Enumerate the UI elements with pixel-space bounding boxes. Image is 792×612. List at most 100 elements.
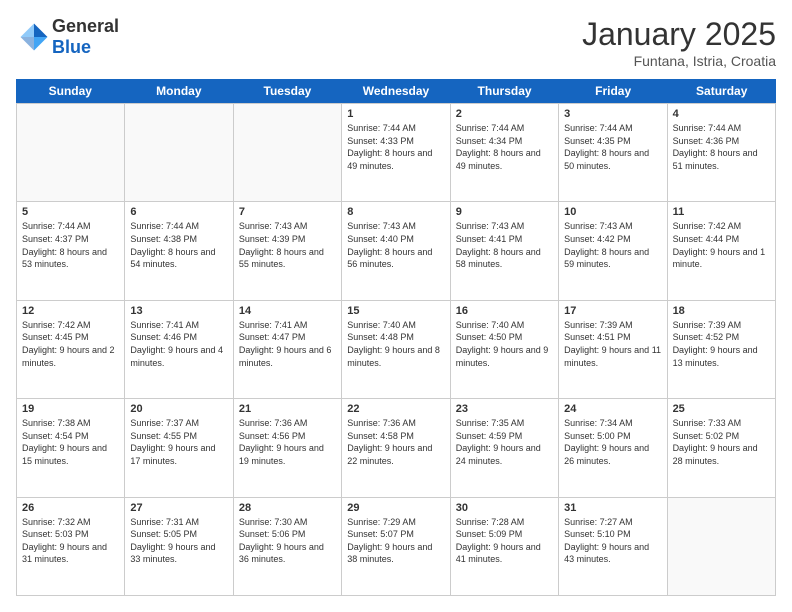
day-number: 7 [239, 206, 336, 218]
day-info: Sunrise: 7:40 AM Sunset: 4:48 PM Dayligh… [347, 319, 444, 369]
day-number: 1 [347, 108, 444, 120]
day-info: Sunrise: 7:44 AM Sunset: 4:33 PM Dayligh… [347, 122, 444, 172]
calendar-cell: 31 Sunrise: 7:27 AM Sunset: 5:10 PM Dayli… [559, 498, 667, 595]
day-info: Sunrise: 7:43 AM Sunset: 4:42 PM Dayligh… [564, 220, 661, 270]
day-info: Sunrise: 7:28 AM Sunset: 5:09 PM Dayligh… [456, 516, 553, 566]
day-info: Sunrise: 7:44 AM Sunset: 4:37 PM Dayligh… [22, 220, 119, 270]
day-number: 10 [564, 206, 661, 218]
day-number: 28 [239, 502, 336, 514]
day-number: 11 [673, 206, 770, 218]
calendar-week: 12 Sunrise: 7:42 AM Sunset: 4:45 PM Dayli… [17, 301, 776, 399]
day-info: Sunrise: 7:40 AM Sunset: 4:50 PM Dayligh… [456, 319, 553, 369]
day-number: 30 [456, 502, 553, 514]
day-info: Sunrise: 7:43 AM Sunset: 4:40 PM Dayligh… [347, 220, 444, 270]
calendar-body: 1 Sunrise: 7:44 AM Sunset: 4:33 PM Daylig… [16, 103, 776, 596]
day-number: 12 [22, 305, 119, 317]
calendar: SundayMondayTuesdayWednesdayThursdayFrid… [16, 79, 776, 596]
day-number: 21 [239, 403, 336, 415]
day-info: Sunrise: 7:44 AM Sunset: 4:34 PM Dayligh… [456, 122, 553, 172]
calendar-cell: 22 Sunrise: 7:36 AM Sunset: 4:58 PM Dayli… [342, 399, 450, 496]
calendar-cell [125, 104, 233, 201]
calendar-cell: 20 Sunrise: 7:37 AM Sunset: 4:55 PM Dayli… [125, 399, 233, 496]
day-number: 29 [347, 502, 444, 514]
day-number: 24 [564, 403, 661, 415]
calendar-cell: 17 Sunrise: 7:39 AM Sunset: 4:51 PM Dayli… [559, 301, 667, 398]
day-info: Sunrise: 7:42 AM Sunset: 4:44 PM Dayligh… [673, 220, 770, 270]
title-area: January 2025 Funtana, Istria, Croatia [582, 16, 776, 69]
day-info: Sunrise: 7:44 AM Sunset: 4:35 PM Dayligh… [564, 122, 661, 172]
logo: General Blue [16, 16, 119, 58]
weekday-header: Tuesday [233, 79, 342, 103]
calendar-cell: 6Sunrise: 7:44 AM Sunset: 4:38 PM Daylig… [125, 202, 233, 299]
day-info: Sunrise: 7:37 AM Sunset: 4:55 PM Dayligh… [130, 417, 227, 467]
day-number: 27 [130, 502, 227, 514]
calendar-week: 5Sunrise: 7:44 AM Sunset: 4:37 PM Daylig… [17, 202, 776, 300]
day-number: 31 [564, 502, 661, 514]
day-number: 22 [347, 403, 444, 415]
day-info: Sunrise: 7:31 AM Sunset: 5:05 PM Dayligh… [130, 516, 227, 566]
day-number: 2 [456, 108, 553, 120]
day-info: Sunrise: 7:36 AM Sunset: 4:56 PM Dayligh… [239, 417, 336, 467]
calendar-cell: 7 Sunrise: 7:43 AM Sunset: 4:39 PM Daylig… [234, 202, 342, 299]
calendar-cell: 19 Sunrise: 7:38 AM Sunset: 4:54 PM Dayli… [17, 399, 125, 496]
logo-icon [16, 19, 52, 55]
calendar-cell: 26Sunrise: 7:32 AM Sunset: 5:03 PM Dayli… [17, 498, 125, 595]
calendar-cell [234, 104, 342, 201]
day-number: 16 [456, 305, 553, 317]
day-info: Sunrise: 7:36 AM Sunset: 4:58 PM Dayligh… [347, 417, 444, 467]
calendar-cell: 10 Sunrise: 7:43 AM Sunset: 4:42 PM Dayli… [559, 202, 667, 299]
day-info: Sunrise: 7:42 AM Sunset: 4:45 PM Dayligh… [22, 319, 119, 369]
day-number: 25 [673, 403, 770, 415]
calendar-cell: 18 Sunrise: 7:39 AM Sunset: 4:52 PM Dayli… [668, 301, 776, 398]
page: General Blue January 2025 Funtana, Istri… [0, 0, 792, 612]
calendar-cell: 21 Sunrise: 7:36 AM Sunset: 4:56 PM Dayli… [234, 399, 342, 496]
calendar-cell: 25 Sunrise: 7:33 AM Sunset: 5:02 PM Dayli… [668, 399, 776, 496]
day-info: Sunrise: 7:38 AM Sunset: 4:54 PM Dayligh… [22, 417, 119, 467]
day-number: 20 [130, 403, 227, 415]
day-number: 14 [239, 305, 336, 317]
day-info: Sunrise: 7:35 AM Sunset: 4:59 PM Dayligh… [456, 417, 553, 467]
calendar-cell: 12 Sunrise: 7:42 AM Sunset: 4:45 PM Dayli… [17, 301, 125, 398]
day-info: Sunrise: 7:29 AM Sunset: 5:07 PM Dayligh… [347, 516, 444, 566]
day-info: Sunrise: 7:33 AM Sunset: 5:02 PM Dayligh… [673, 417, 770, 467]
calendar-cell: 29 Sunrise: 7:29 AM Sunset: 5:07 PM Dayli… [342, 498, 450, 595]
calendar-cell: 4 Sunrise: 7:44 AM Sunset: 4:36 PM Daylig… [668, 104, 776, 201]
day-info: Sunrise: 7:39 AM Sunset: 4:52 PM Dayligh… [673, 319, 770, 369]
calendar-cell: 11 Sunrise: 7:42 AM Sunset: 4:44 PM Dayli… [668, 202, 776, 299]
calendar-cell: 28 Sunrise: 7:30 AM Sunset: 5:06 PM Dayli… [234, 498, 342, 595]
calendar-cell: 15 Sunrise: 7:40 AM Sunset: 4:48 PM Dayli… [342, 301, 450, 398]
day-number: 17 [564, 305, 661, 317]
calendar-cell: 2 Sunrise: 7:44 AM Sunset: 4:34 PM Daylig… [451, 104, 559, 201]
calendar-cell: 9 Sunrise: 7:43 AM Sunset: 4:41 PM Daylig… [451, 202, 559, 299]
day-info: Sunrise: 7:43 AM Sunset: 4:39 PM Dayligh… [239, 220, 336, 270]
calendar-cell: 5Sunrise: 7:44 AM Sunset: 4:37 PM Daylig… [17, 202, 125, 299]
day-number: 23 [456, 403, 553, 415]
calendar-cell: 1 Sunrise: 7:44 AM Sunset: 4:33 PM Daylig… [342, 104, 450, 201]
calendar-header: SundayMondayTuesdayWednesdayThursdayFrid… [16, 79, 776, 103]
weekday-header: Thursday [450, 79, 559, 103]
day-number: 9 [456, 206, 553, 218]
calendar-cell: 30 Sunrise: 7:28 AM Sunset: 5:09 PM Dayli… [451, 498, 559, 595]
day-info: Sunrise: 7:41 AM Sunset: 4:47 PM Dayligh… [239, 319, 336, 369]
weekday-header: Wednesday [342, 79, 451, 103]
weekday-header: Friday [559, 79, 668, 103]
day-info: Sunrise: 7:32 AM Sunset: 5:03 PM Dayligh… [22, 516, 119, 566]
day-info: Sunrise: 7:30 AM Sunset: 5:06 PM Dayligh… [239, 516, 336, 566]
weekday-header: Saturday [667, 79, 776, 103]
logo-text: General Blue [52, 16, 119, 58]
day-number: 4 [673, 108, 770, 120]
day-number: 8 [347, 206, 444, 218]
header: General Blue January 2025 Funtana, Istri… [16, 16, 776, 69]
day-number: 15 [347, 305, 444, 317]
day-info: Sunrise: 7:27 AM Sunset: 5:10 PM Dayligh… [564, 516, 661, 566]
calendar-cell: 13Sunrise: 7:41 AM Sunset: 4:46 PM Dayli… [125, 301, 233, 398]
day-info: Sunrise: 7:39 AM Sunset: 4:51 PM Dayligh… [564, 319, 661, 369]
day-number: 19 [22, 403, 119, 415]
day-info: Sunrise: 7:44 AM Sunset: 4:36 PM Dayligh… [673, 122, 770, 172]
calendar-week: 26Sunrise: 7:32 AM Sunset: 5:03 PM Dayli… [17, 498, 776, 596]
calendar-cell: 3Sunrise: 7:44 AM Sunset: 4:35 PM Daylig… [559, 104, 667, 201]
day-info: Sunrise: 7:43 AM Sunset: 4:41 PM Dayligh… [456, 220, 553, 270]
calendar-cell: 27 Sunrise: 7:31 AM Sunset: 5:05 PM Dayli… [125, 498, 233, 595]
day-number: 18 [673, 305, 770, 317]
calendar-week: 19 Sunrise: 7:38 AM Sunset: 4:54 PM Dayli… [17, 399, 776, 497]
